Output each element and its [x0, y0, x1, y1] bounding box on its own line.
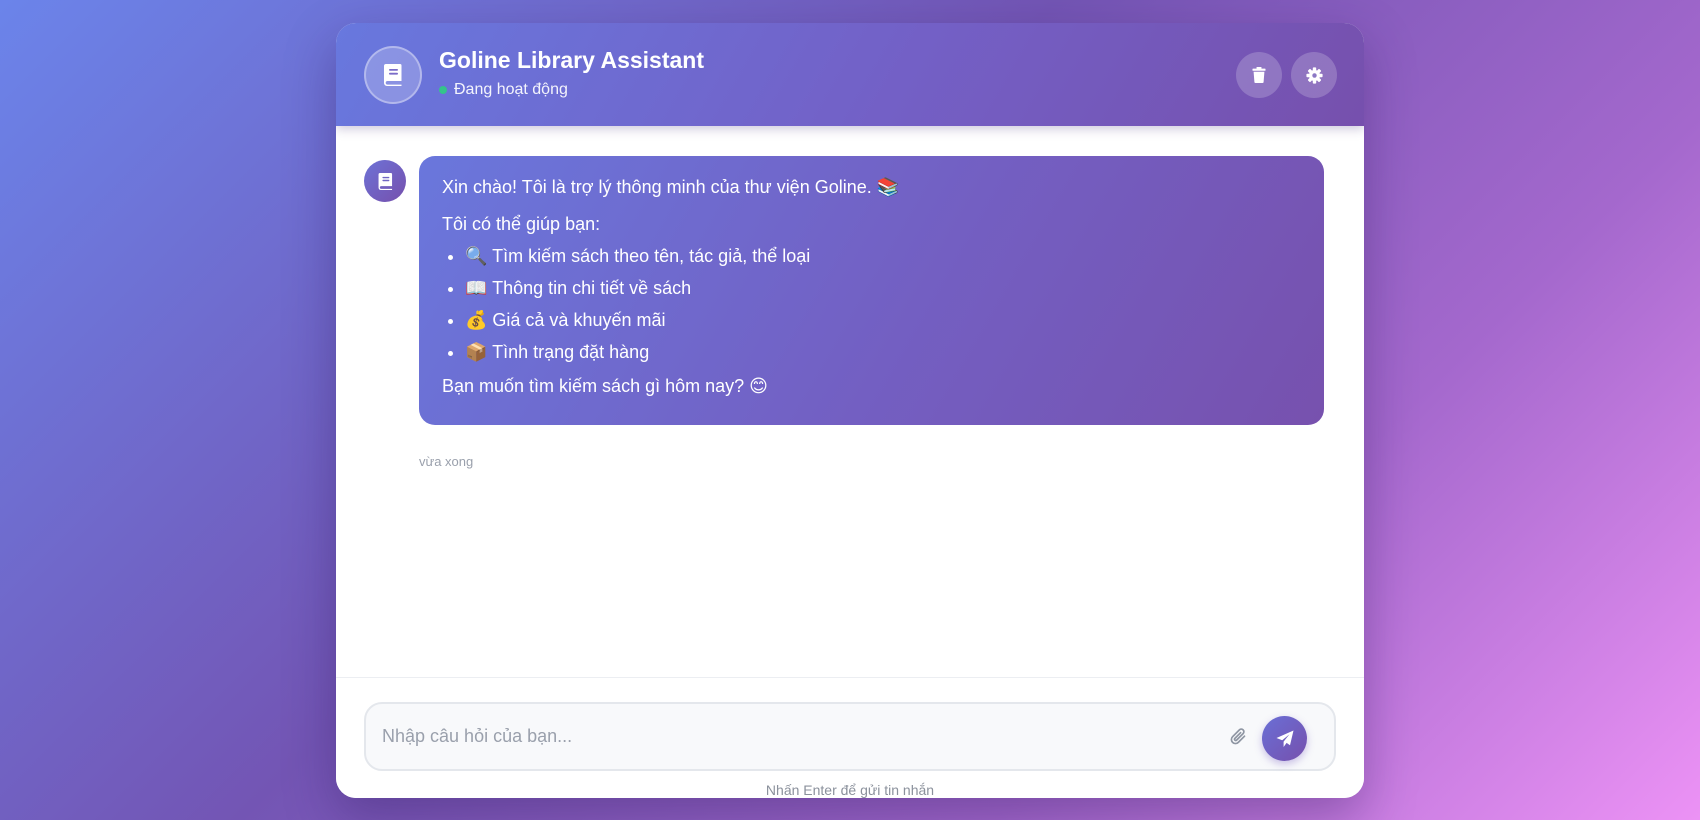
clear-chat-button[interactable] — [1236, 52, 1282, 98]
message-list: Xin chào! Tôi là trợ lý thông minh của t… — [336, 126, 1364, 677]
paperclip-icon — [1229, 727, 1249, 747]
status-text: Đang hoạt động — [454, 81, 568, 98]
chat-window: Goline Library Assistant Đang hoạt động — [336, 23, 1364, 798]
capability-list: 🔍 Tìm kiếm sách theo tên, tác giả, thể l… — [442, 244, 1301, 364]
assistant-title: Goline Library Assistant — [439, 47, 704, 73]
composer-area: Nhấn Enter để gửi tin nhắn — [336, 677, 1364, 798]
book-icon — [377, 172, 394, 191]
message-input[interactable] — [382, 704, 1182, 769]
chat-header: Goline Library Assistant Đang hoạt động — [336, 23, 1364, 126]
bot-message-bubble: Xin chào! Tôi là trợ lý thông minh của t… — [419, 156, 1324, 425]
message-subheading: Tôi có thể giúp bạn: — [442, 214, 601, 234]
send-button[interactable] — [1262, 716, 1307, 761]
settings-button[interactable] — [1291, 52, 1337, 98]
input-hint: Nhấn Enter để gửi tin nhắn — [765, 782, 935, 798]
list-item: 💰 Giá cả và khuyến mãi — [465, 308, 1301, 332]
assistant-avatar — [364, 46, 422, 104]
book-icon — [382, 63, 404, 87]
paper-plane-icon — [1275, 729, 1295, 749]
composer-box — [364, 702, 1336, 771]
bot-avatar — [364, 160, 406, 202]
online-status-dot — [439, 86, 447, 94]
list-item: 📖 Thông tin chi tiết về sách — [465, 276, 1301, 300]
attach-file-button[interactable] — [1226, 724, 1252, 750]
message-intro: Xin chào! Tôi là trợ lý thông minh của t… — [442, 177, 900, 197]
trash-icon — [1252, 67, 1266, 83]
message-closing: Bạn muốn tìm kiếm sách gì hôm nay? 😊 — [442, 376, 768, 396]
message-timestamp: vừa xong — [419, 454, 474, 469]
list-item: 📦 Tình trạng đặt hàng — [465, 340, 1301, 364]
assistant-status: Đang hoạt động — [439, 81, 568, 99]
list-item: 🔍 Tìm kiếm sách theo tên, tác giả, thể l… — [465, 244, 1301, 268]
gear-icon — [1305, 66, 1323, 84]
